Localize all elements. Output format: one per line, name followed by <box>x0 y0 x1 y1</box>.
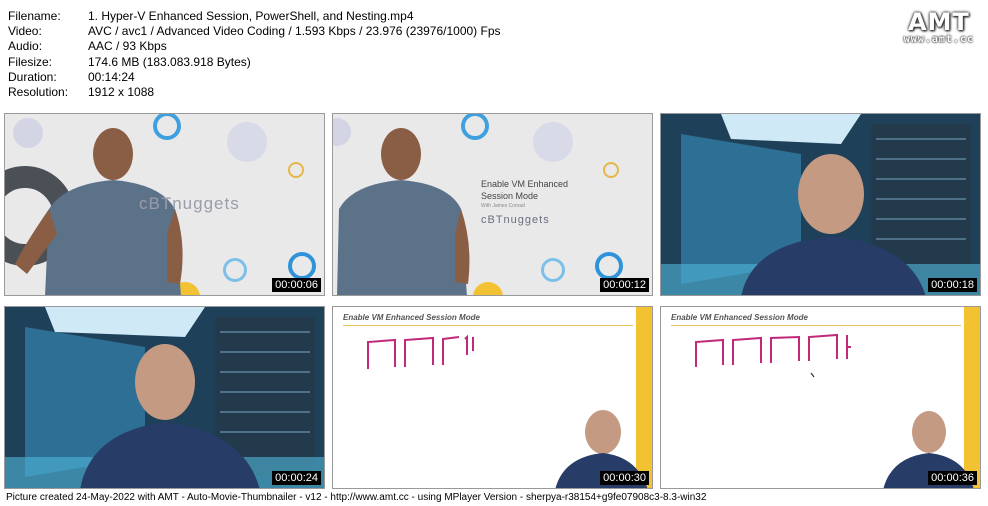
resolution-label: Resolution: <box>8 85 69 100</box>
thumbnail-3: 00:00:18 <box>660 113 981 296</box>
logo-url: www.amt.cc <box>903 34 974 45</box>
thumbnail-5: Enable VM Enhanced Session Mode 00:00:30 <box>332 306 653 489</box>
footer-credit: Picture created 24-May-2022 with AMT - A… <box>6 492 707 503</box>
timestamp: 00:00:18 <box>928 278 977 292</box>
slide-title: Enable VM Enhanced Session Mode With Jam… <box>481 178 568 210</box>
thumbnail-1: cBTnuggets 00:00:06 <box>4 113 325 296</box>
file-info: Filename: 1. Hyper-V Enhanced Session, Po… <box>8 9 501 100</box>
timestamp: 00:00:24 <box>272 471 321 485</box>
filename-value: 1. Hyper-V Enhanced Session, PowerShell,… <box>88 9 414 23</box>
audio-label: Audio: <box>8 39 43 54</box>
drawing-and-presenter <box>367 334 648 488</box>
timestamp: 00:00:12 <box>600 278 649 292</box>
timestamp: 00:00:30 <box>600 471 649 485</box>
video-value: AVC / avc1 / Advanced Video Coding / 1.5… <box>88 24 501 39</box>
brand-logo: cBTnuggets <box>139 194 240 213</box>
brand-logo: cBTnuggets <box>481 214 550 226</box>
audio-value: AAC / 93 Kbps <box>88 39 167 54</box>
video-label: Video: <box>8 24 42 39</box>
resolution-value: 1912 x 1088 <box>88 85 155 100</box>
duration-label: Duration: <box>8 69 57 84</box>
drawing-and-presenter <box>695 333 974 488</box>
timestamp: 00:00:06 <box>272 278 321 292</box>
server-room-scene <box>661 114 980 295</box>
slide-title-line1: Enable VM Enhanced <box>481 179 569 189</box>
duration-value: 00:14:24 <box>88 69 135 84</box>
filesize-value: 174.6 MB (183.083.918 Bytes) <box>88 54 251 69</box>
filesize-label: Filesize: <box>8 54 53 69</box>
logo-text: AMT <box>907 8 970 36</box>
filename-label: Filename: <box>8 9 61 23</box>
thumbnail-6: Enable VM Enhanced Session Mode 00:00:36 <box>660 306 981 489</box>
server-room-scene <box>5 307 324 488</box>
slide-title-line2: Session Mode <box>481 191 539 201</box>
timestamp: 00:00:36 <box>928 471 977 485</box>
slide-subtitle: With James Conrad <box>481 203 525 209</box>
thumbnail-4: 00:00:24 <box>4 306 325 489</box>
amt-logo: AMT www.amt.cc <box>904 8 974 45</box>
thumbnail-2: Enable VM Enhanced Session Mode With Jam… <box>332 113 653 296</box>
